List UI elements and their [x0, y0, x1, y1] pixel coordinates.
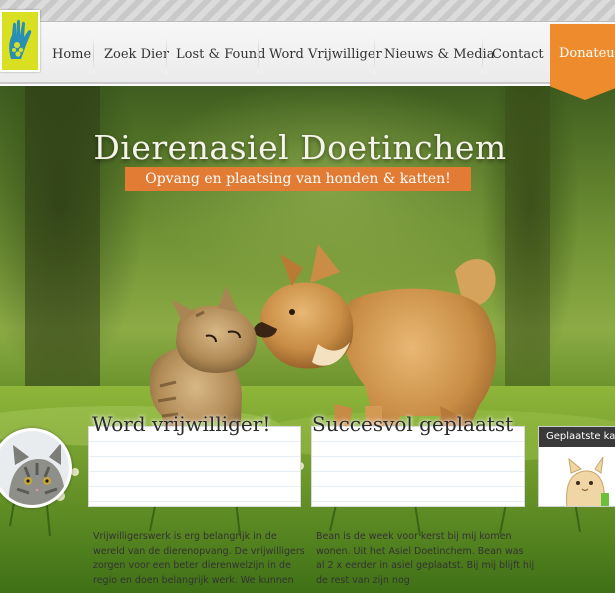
cartoon-cat-icon	[566, 456, 609, 506]
hand-paw-logo-icon	[9, 19, 32, 59]
volunteer-text-line: Vrijwilligerswerk is erg belangrijk in d…	[93, 531, 277, 542]
nav-divider	[482, 36, 483, 74]
volunteer-text-line: regio en doen belangrijk werk. We kunnen	[93, 574, 294, 586]
geplaatste-box-title: Geplaatste ka	[539, 427, 615, 447]
placed-text-line: de rest van zijn nog	[316, 574, 410, 586]
geplaatste-box[interactable]: Geplaatste ka	[538, 426, 615, 507]
nav-nieuws-media[interactable]: Nieuws & Media	[384, 45, 494, 65]
hero-title: Dierenasiel Doetinchem	[93, 128, 507, 167]
volunteer-card-title[interactable]: Word vrijwilliger!	[92, 412, 270, 436]
nav-word-vrijwilliger[interactable]: Word Vrijwilliger	[269, 45, 382, 65]
volunteer-text-line: wereld van de dierenopvang. De vrijwilli…	[93, 545, 305, 557]
volunteer-text-line: zorgen voor een beter dierenwelzijn in d…	[93, 560, 291, 571]
nav-divider	[166, 36, 167, 74]
hero-banner: Dierenasiel Doetinchem Opvang en plaatsi…	[0, 86, 615, 593]
placed-card	[311, 426, 525, 507]
placed-text-line: al 2 x eerder in asiel geplaatst. Bij mi…	[316, 560, 535, 571]
nav-lost-found[interactable]: Lost & Found	[176, 45, 265, 65]
nav-home[interactable]: Home	[52, 45, 91, 65]
donate-button[interactable]: Donateu	[550, 24, 615, 100]
placed-card-text: Bean is de week voor kerst bij mij komen…	[316, 530, 534, 588]
nav-zoek-dier[interactable]: Zoek Dier	[104, 45, 169, 65]
top-stripe	[0, 0, 615, 22]
volunteer-card-text: Vrijwilligerswerk is erg belangrijk in d…	[93, 530, 305, 588]
nav-divider	[258, 36, 259, 74]
placed-card-title[interactable]: Succesvol geplaatst	[312, 412, 513, 436]
nav-divider	[93, 36, 94, 74]
nav-contact[interactable]: Contact	[492, 45, 544, 65]
hero-subtitle: Opvang en plaatsing van honden & katten!	[125, 167, 471, 191]
site-logo[interactable]	[0, 10, 40, 72]
placed-text-line: wonen. Uit het Asiel Doetinchem. Bean wa…	[316, 545, 524, 557]
volunteer-card	[88, 426, 301, 507]
placed-text-line: Bean is de week voor kerst bij mij komen	[316, 531, 512, 542]
nav-divider	[374, 36, 375, 74]
